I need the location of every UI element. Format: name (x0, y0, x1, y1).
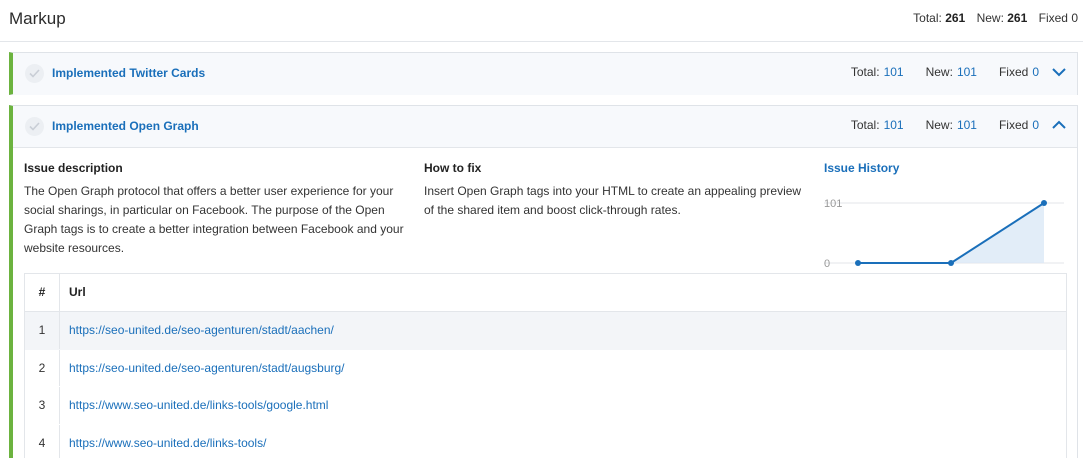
total-label: Total: (850, 65, 880, 79)
issue-details: Issue description The Open Graph protoco… (13, 149, 1078, 270)
table-header: # Url (25, 274, 1066, 312)
page-title: Markup (9, 9, 66, 28)
issue-history-chart: 0 101 (824, 198, 1064, 270)
new-value: 101 (956, 118, 977, 132)
column-header-url[interactable]: Url (69, 274, 86, 311)
issue-description-heading: Issue description (24, 161, 123, 175)
table-row: 3 https://www.seo-united.de/links-tools/… (25, 387, 1066, 425)
fixed-value: 0 (1032, 118, 1039, 132)
url-link[interactable]: https://seo-united.de/seo-agenturen/stad… (69, 350, 345, 387)
issue-panel-open-graph: Implemented Open Graph Total: 101 New: 101… (9, 105, 1078, 458)
data-point (948, 260, 954, 266)
issue-description: Issue description The Open Graph protoco… (24, 161, 409, 258)
url-table: # Url 1 https://seo-united.de/seo-agentu… (24, 273, 1067, 458)
fixed-value: 0 (1071, 11, 1078, 25)
issue-panel-twitter-cards: Implemented Twitter Cards Total: 101 New:… (9, 52, 1078, 95)
row-number: 2 (25, 349, 60, 386)
y-tick-label: 0 (824, 258, 830, 270)
how-to-fix: How to fix Insert Open Graph tags into y… (424, 161, 809, 220)
new-label: New: (925, 118, 953, 132)
total-label: Total: (913, 11, 942, 25)
issue-title[interactable]: Implemented Open Graph (52, 119, 199, 133)
table-row: 2 https://seo-united.de/seo-agenturen/st… (25, 349, 1066, 388)
fixed-label: Fixed (998, 118, 1029, 132)
issue-title[interactable]: Implemented Twitter Cards (52, 66, 205, 80)
how-to-fix-text: Insert Open Graph tags into your HTML to… (424, 184, 802, 217)
fixed-label: Fixed (998, 65, 1029, 79)
issue-history: Issue History 0 101 (824, 161, 1074, 270)
new-value: 261 (1007, 11, 1028, 25)
row-number: 4 (25, 424, 60, 458)
total-value: 101 (883, 65, 904, 79)
column-header-number[interactable]: # (25, 274, 60, 311)
total-label: Total: (850, 118, 880, 132)
table-row: 4 https://www.seo-united.de/links-tools/ (25, 424, 1066, 458)
total-stat: Total: 101 (851, 118, 904, 132)
fixed-label: Fixed (1038, 11, 1068, 25)
url-link[interactable]: https://www.seo-united.de/links-tools/ (69, 425, 266, 458)
data-point (855, 260, 861, 266)
new-stat: New: 101 (926, 118, 977, 132)
new-value: 101 (956, 65, 977, 79)
row-number: 3 (25, 387, 60, 424)
total-value: 261 (945, 11, 966, 25)
data-point (1041, 200, 1047, 206)
row-number: 1 (25, 312, 60, 349)
issue-description-text: The Open Graph protocol that offers a be… (24, 184, 404, 255)
issue-panel-header[interactable]: Implemented Twitter Cards Total: 101 New:… (13, 53, 1077, 95)
issue-panel-header[interactable]: Implemented Open Graph Total: 101 New: 101… (13, 106, 1077, 148)
url-link[interactable]: https://seo-united.de/seo-agenturen/stad… (69, 312, 334, 349)
y-tick-label: 101 (824, 198, 842, 210)
new-label: New: (925, 65, 953, 79)
chevron-up-icon[interactable] (1051, 119, 1067, 131)
report-header: Markup Total: 261 New: 261 Fixed 0 (0, 0, 1083, 42)
table-row: 1 https://seo-united.de/seo-agenturen/st… (25, 312, 1066, 350)
issue-stats: Total: 101 New: 101 Fixed 0 (829, 65, 1067, 79)
issue-stats: Total: 101 New: 101 Fixed 0 (829, 118, 1067, 132)
check-icon (25, 117, 44, 136)
how-to-fix-heading: How to fix (424, 161, 482, 175)
summary-stats: Total: 261 New: 261 Fixed 0 (913, 11, 1078, 25)
fixed-value: 0 (1032, 65, 1039, 79)
new-label: New: (976, 11, 1004, 25)
check-icon (25, 64, 44, 83)
area-fill (858, 203, 1044, 263)
url-link[interactable]: https://www.seo-united.de/links-tools/go… (69, 387, 328, 424)
fixed-stat: Fixed 0 (999, 118, 1039, 132)
total-stat: Total: 101 (851, 65, 904, 79)
total-value: 101 (883, 118, 904, 132)
chevron-down-icon[interactable] (1051, 66, 1067, 78)
fixed-stat: Fixed 0 (999, 65, 1039, 79)
new-stat: New: 101 (926, 65, 977, 79)
issue-history-heading[interactable]: Issue History (824, 161, 1074, 175)
